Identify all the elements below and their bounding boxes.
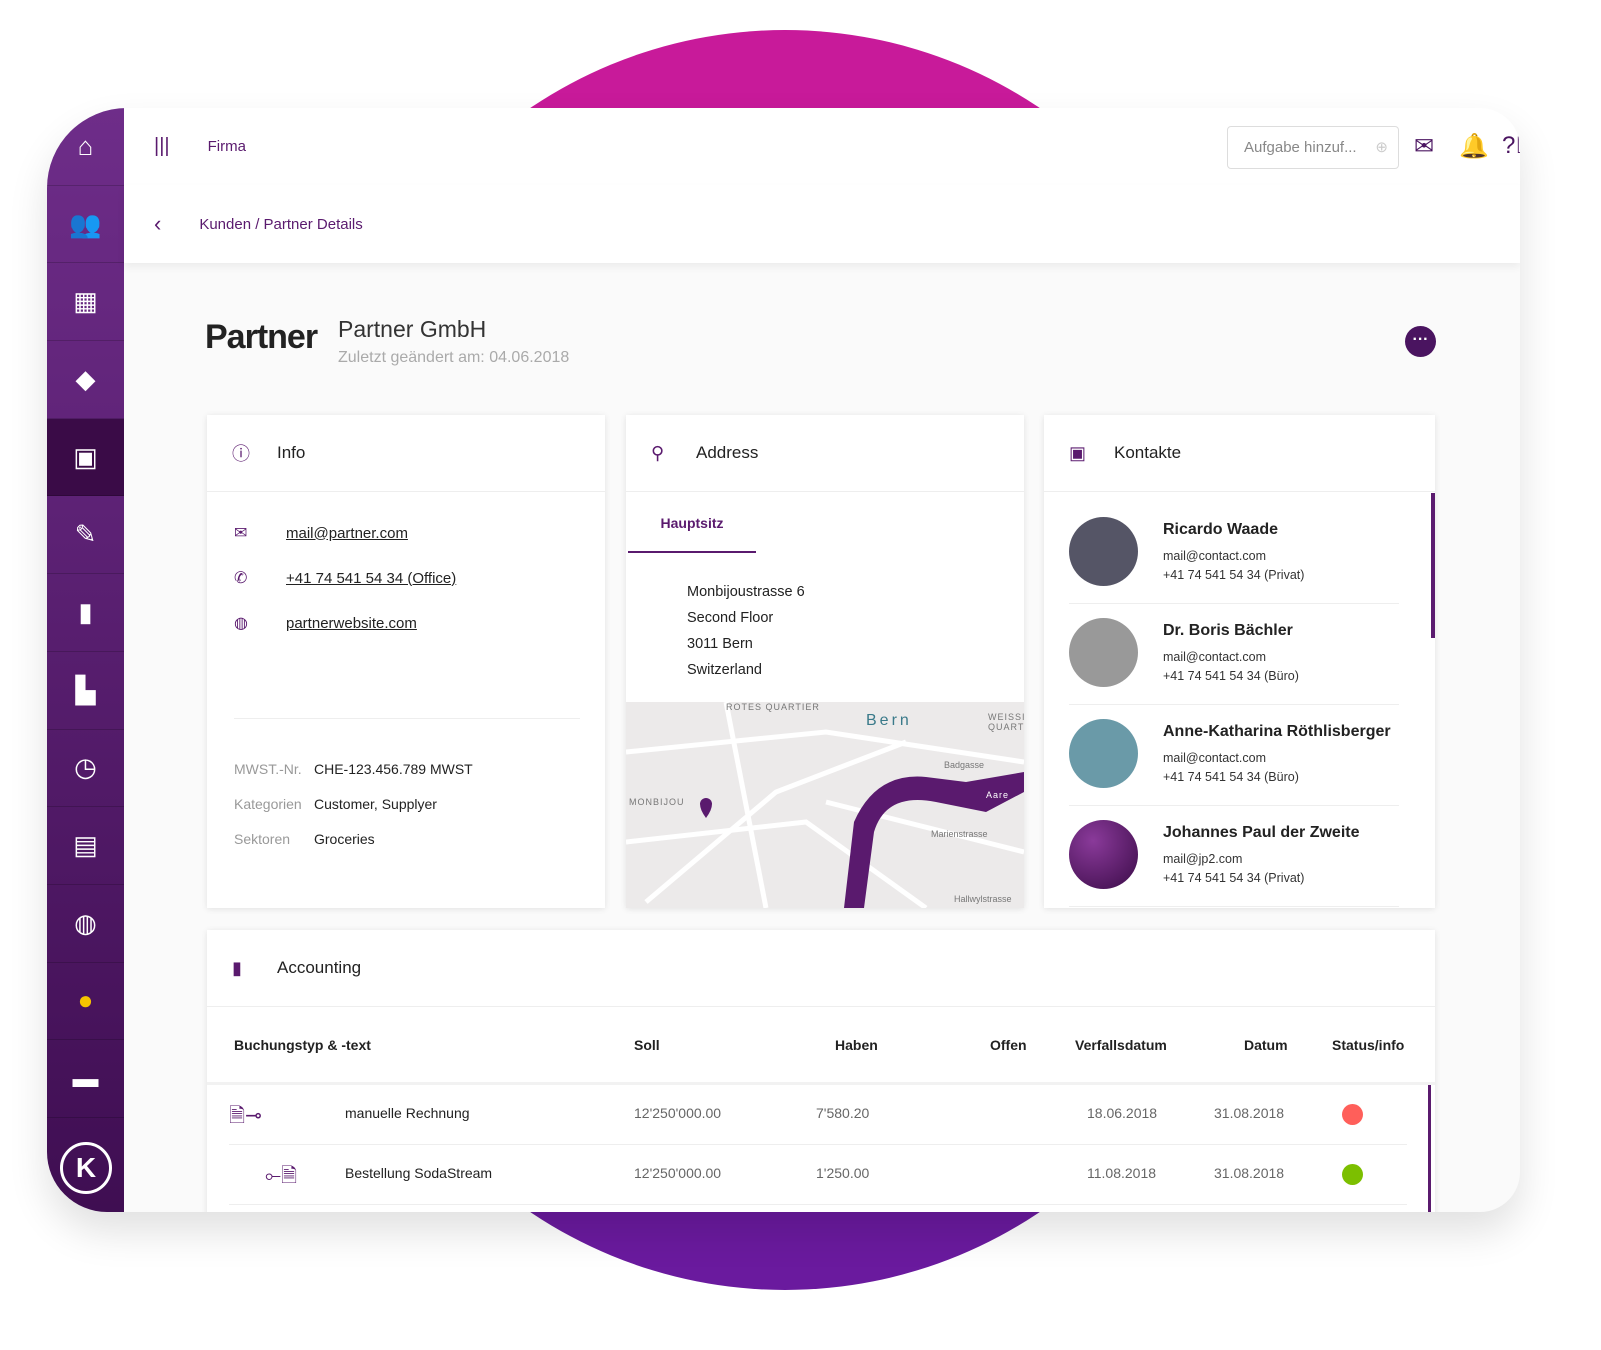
column-header[interactable]: Datum bbox=[1244, 1037, 1288, 1053]
website-link[interactable]: partnerwebsite.com bbox=[286, 615, 417, 632]
sidebar-item-tasks[interactable]: ✎ bbox=[47, 496, 124, 575]
phone-icon: ✆ bbox=[234, 570, 248, 587]
sidebar-item-book[interactable]: ▮ bbox=[47, 574, 124, 652]
column-header[interactable]: Offen bbox=[990, 1037, 1027, 1053]
menu-label[interactable]: Firma bbox=[208, 138, 246, 155]
mail-icon: ✉ bbox=[234, 525, 248, 542]
menu-icon[interactable]: ||| bbox=[154, 135, 170, 158]
column-header[interactable]: Haben bbox=[835, 1037, 878, 1053]
sidebar-item-coin[interactable]: ● bbox=[47, 963, 124, 1041]
sidebar-item-boot[interactable]: ▙ bbox=[47, 652, 124, 730]
company-name: Partner GmbH bbox=[338, 316, 487, 342]
coin-icon: ● bbox=[77, 985, 94, 1016]
app-window: ⌂ 👥 ▦ ◆ ▣ ✎ ▮ ▙ ◷ ▤ ◍ ● ▬ K ||| Firma Au… bbox=[47, 108, 1520, 1212]
sidebar-item-contacts[interactable]: ▣ bbox=[47, 418, 124, 497]
company-logo: Partner bbox=[205, 318, 318, 356]
divider bbox=[234, 718, 580, 719]
breadcrumb[interactable]: Kunden / Partner Details bbox=[199, 216, 362, 233]
avatar bbox=[1069, 719, 1138, 788]
clock-icon: ◷ bbox=[74, 752, 97, 783]
phone-link[interactable]: +41 74 541 54 34 (Office) bbox=[286, 570, 456, 587]
sidebar: ⌂ 👥 ▦ ◆ ▣ ✎ ▮ ▙ ◷ ▤ ◍ ● ▬ K bbox=[47, 108, 124, 1212]
contacts-card: ▣ Kontakte Ricardo Waade mail@contact.com +… bbox=[1044, 415, 1435, 908]
column-header[interactable]: Verfallsdatum bbox=[1075, 1037, 1167, 1053]
email-link[interactable]: mail@partner.com bbox=[286, 525, 408, 542]
more-options-button[interactable]: ··· bbox=[1405, 326, 1436, 357]
contact-item[interactable]: Johannes Paul der Zweite mail@jp2.com +41 … bbox=[1069, 806, 1399, 907]
task-add-input[interactable]: Aufgabe hinzuf... ⊕ bbox=[1227, 126, 1399, 169]
book-icon: ▮ bbox=[78, 596, 93, 627]
address-card: ⚲ Address Hauptsitz Monbijoustrasse 6 Seco… bbox=[626, 415, 1024, 908]
invoice-out-icon: ⟜🗎 bbox=[265, 1165, 298, 1187]
sidebar-item-calendar[interactable]: ▤ bbox=[47, 807, 124, 885]
buildings-icon: ▦ bbox=[73, 286, 98, 317]
mail-icon[interactable]: ✉ bbox=[1414, 132, 1434, 161]
sidebar-item-users[interactable]: 👥 bbox=[47, 186, 124, 264]
app-logo[interactable]: K bbox=[60, 1142, 112, 1194]
map-streets bbox=[626, 702, 1024, 908]
scrollbar[interactable] bbox=[1431, 493, 1435, 638]
book-icon: ▮ bbox=[232, 957, 242, 978]
help-icon[interactable]: ?⃝ bbox=[1502, 132, 1520, 160]
avatar bbox=[1069, 820, 1138, 889]
column-header[interactable]: Status/info bbox=[1332, 1037, 1404, 1053]
location-pin-icon: ⚲ bbox=[651, 442, 665, 463]
status-dot-green bbox=[1342, 1164, 1363, 1185]
map-pin-icon bbox=[700, 798, 712, 818]
sidebar-item-clock[interactable]: ◷ bbox=[47, 730, 124, 808]
plus-circle-icon[interactable]: ⊕ bbox=[1375, 138, 1388, 156]
invoice-in-icon: 🗎⊸ bbox=[229, 1105, 262, 1127]
tag-icon: ◆ bbox=[75, 363, 96, 394]
avatar bbox=[1069, 517, 1138, 586]
tasks-icon: ✎ bbox=[74, 519, 97, 550]
calendar-icon: ▤ bbox=[73, 830, 98, 861]
contacts-icon: ▣ bbox=[73, 441, 98, 472]
folder-icon: ▬ bbox=[72, 1063, 99, 1094]
column-header[interactable]: Soll bbox=[634, 1037, 660, 1053]
sidebar-item-buildings[interactable]: ▦ bbox=[47, 263, 124, 342]
sidebar-item-tag[interactable]: ◆ bbox=[47, 341, 124, 419]
sidebar-item-globe[interactable]: ◍ bbox=[47, 885, 124, 963]
home-icon: ⌂ bbox=[77, 130, 94, 161]
avatar bbox=[1069, 618, 1138, 687]
info-icon: ⓘ bbox=[232, 444, 250, 464]
breadcrumb-bar: ‹ Kunden / Partner Details bbox=[124, 185, 1520, 263]
users-icon: 👥 bbox=[69, 208, 102, 239]
info-card: ⓘ Info ✉ mail@partner.com ✆ +41 74 541 54 3… bbox=[207, 415, 605, 908]
back-icon[interactable]: ‹ bbox=[154, 211, 161, 237]
sidebar-item-folder[interactable]: ▬ bbox=[47, 1040, 124, 1118]
map[interactable]: ROTES QUARTIER Bern WEISSI QUARTI MONBIJ… bbox=[626, 702, 1024, 908]
contact-item[interactable]: Dr. Boris Bächler mail@contact.com +41 74 … bbox=[1069, 604, 1399, 705]
boot-icon: ▙ bbox=[75, 674, 96, 705]
table-row[interactable]: 🗎⊸ manuelle Rechnung 12'250'000.00 7'580… bbox=[229, 1085, 1407, 1145]
contact-item[interactable]: Anne-Katharina Röthlisberger mail@contact… bbox=[1069, 705, 1399, 806]
column-header[interactable]: Buchungstyp & -text bbox=[234, 1037, 371, 1053]
topbar: ||| Firma Aufgabe hinzuf...⊕ ✉ 🔔 ?⃝ ● bbox=[124, 108, 1520, 185]
scrollbar[interactable] bbox=[1428, 1085, 1431, 1212]
contact-book-icon: ▣ bbox=[1069, 442, 1087, 463]
last-modified: Zuletzt geändert am: 04.06.2018 bbox=[338, 349, 570, 366]
bell-icon[interactable]: 🔔 bbox=[1459, 132, 1489, 161]
sidebar-item-home[interactable]: ⌂ bbox=[47, 108, 124, 186]
globe-icon: ◍ bbox=[234, 615, 248, 632]
contact-item[interactable]: Ricardo Waade mail@contact.com +41 74 541 … bbox=[1069, 503, 1399, 604]
accounting-card: ▮ Accounting Buchungstyp & -text Soll Hab… bbox=[207, 930, 1435, 1212]
tab-hauptsitz[interactable]: Hauptsitz bbox=[628, 515, 756, 553]
address-lines: Monbijoustrasse 6 Second Floor 3011 Bern Sw… bbox=[687, 584, 805, 678]
status-dot-red bbox=[1342, 1104, 1363, 1125]
globe-icon: ◍ bbox=[74, 907, 97, 938]
table-row[interactable]: ⟜🗎 Bestellung SodaStream 12'250'000.00 1… bbox=[229, 1145, 1407, 1205]
